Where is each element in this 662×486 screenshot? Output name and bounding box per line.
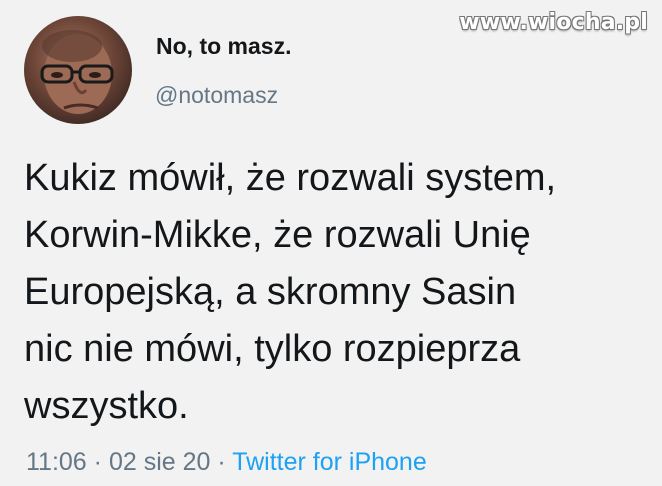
author-display-name[interactable]: No, to masz. <box>156 33 291 60</box>
tweet-text-line: Korwin-Mikke, że rozwali Unię <box>24 214 531 256</box>
tweet-date[interactable]: 02 sie 20 <box>109 448 210 476</box>
tweet-time[interactable]: 11:06 <box>26 448 87 476</box>
tweet-text: Kukiz mówił, że rozwali system, Korwin-M… <box>24 150 654 435</box>
tweet-meta: 11:06 · 02 sie 20 · Twitter for iPhone <box>26 448 427 477</box>
user-avatar-icon <box>40 30 114 114</box>
meta-separator: · <box>217 448 226 476</box>
site-watermark: www.wiocha.pl <box>459 10 648 35</box>
tweet-source-link[interactable]: Twitter for iPhone <box>232 448 427 476</box>
tweet-text-line: nic nie mówi, tylko rozpieprza <box>24 328 521 370</box>
tweet-text-line: Europejską, a skromny Sasin <box>24 271 517 313</box>
author-handle[interactable]: @notomasz <box>155 82 278 109</box>
tweet-text-line: Kukiz mówił, że rozwali system, <box>24 157 557 199</box>
avatar[interactable] <box>24 16 132 124</box>
tweet-text-line: wszystko. <box>24 385 189 427</box>
meta-separator: · <box>93 448 102 476</box>
